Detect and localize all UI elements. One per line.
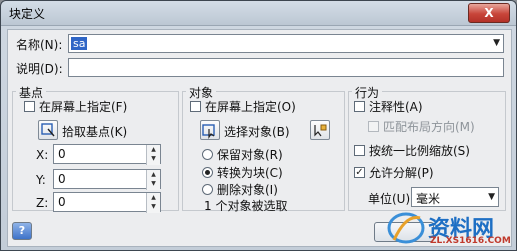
annotative-checkbox[interactable] [354, 101, 365, 112]
quick-select-button[interactable] [310, 120, 330, 140]
radio-selected-dot [205, 170, 210, 175]
delete-objects-radio[interactable] [202, 184, 213, 195]
y-value: 0 [58, 172, 66, 186]
selection-status: 1 个对象被选取 [204, 199, 288, 213]
select-objects-button[interactable] [200, 120, 220, 140]
close-button[interactable]: X [468, 3, 510, 23]
name-value: sa [71, 37, 88, 50]
scale-uniformly-checkbox[interactable] [354, 145, 365, 156]
y-label: Y: [36, 173, 46, 187]
objects-specify-label: 在屏幕上指定(O) [205, 100, 296, 114]
x-label: X: [36, 148, 49, 162]
convert-to-block-radio[interactable] [202, 167, 213, 178]
base-point-specify-checkbox[interactable] [24, 101, 35, 112]
x-input[interactable]: 0 ▲ ▼ [53, 144, 161, 165]
window-title: 块定义 [9, 7, 46, 21]
objects-specify-checkbox[interactable] [190, 101, 201, 112]
retain-objects-label: 保留对象(R) [217, 148, 283, 162]
convert-to-block-label: 转换为块(C) [217, 166, 283, 180]
z-spinner[interactable]: ▲ ▼ [146, 193, 160, 213]
unit-select[interactable]: 毫米 ▼ [411, 187, 499, 207]
name-combobox[interactable]: sa ▼ [68, 34, 504, 53]
z-input[interactable]: 0 ▲ ▼ [53, 192, 161, 213]
allow-explode-label: 允许分解(P) [369, 166, 434, 180]
description-label: 说明(D): [16, 62, 63, 76]
delete-objects-label: 删除对象(I) [217, 183, 278, 197]
scale-uniformly-label: 按统一比例缩放(S) [369, 144, 470, 158]
watermark-logo [387, 212, 425, 244]
name-label: 名称(N): [16, 38, 63, 52]
pick-point-icon [41, 123, 55, 137]
quick-select-icon [314, 124, 327, 137]
z-label: Z: [36, 196, 49, 210]
block-definition-dialog: 块定义 X 名称(N): sa ▼ 说明(D): 基点 在屏幕上指定(F) 拾取… [0, 0, 517, 251]
y-input[interactable]: 0 ▲ ▼ [53, 169, 161, 190]
match-layout-label: 匹配布局方向(M) [383, 120, 475, 134]
base-point-specify-label: 在屏幕上指定(F) [39, 100, 128, 114]
match-layout-checkbox[interactable] [368, 121, 379, 132]
chevron-down-icon[interactable]: ▼ [488, 192, 495, 202]
retain-objects-radio[interactable] [202, 149, 213, 160]
title-bar: 块定义 X [1, 1, 516, 26]
unit-value: 毫米 [416, 192, 441, 206]
pick-point-button[interactable] [38, 120, 58, 140]
select-objects-label: 选择对象(B) [224, 125, 290, 139]
unit-label: 单位(U): [368, 192, 415, 206]
description-field[interactable] [68, 58, 504, 77]
x-spinner[interactable]: ▲ ▼ [146, 145, 160, 165]
annotative-label: 注释性(A) [369, 100, 423, 114]
allow-explode-checkbox[interactable]: ✓ [354, 167, 365, 178]
z-value: 0 [58, 195, 66, 209]
x-value: 0 [58, 147, 66, 161]
dialog-body: 名称(N): sa ▼ 说明(D): 基点 在屏幕上指定(F) 拾取基点(K) … [7, 29, 512, 247]
watermark-url: ZL.XS1616.COM [430, 236, 511, 246]
select-objects-icon [202, 124, 215, 139]
chevron-down-icon[interactable]: ▼ [493, 38, 500, 48]
y-spinner[interactable]: ▲ ▼ [146, 170, 160, 190]
pick-point-label: 拾取基点(K) [62, 125, 128, 139]
help-button[interactable]: ? [12, 222, 32, 240]
